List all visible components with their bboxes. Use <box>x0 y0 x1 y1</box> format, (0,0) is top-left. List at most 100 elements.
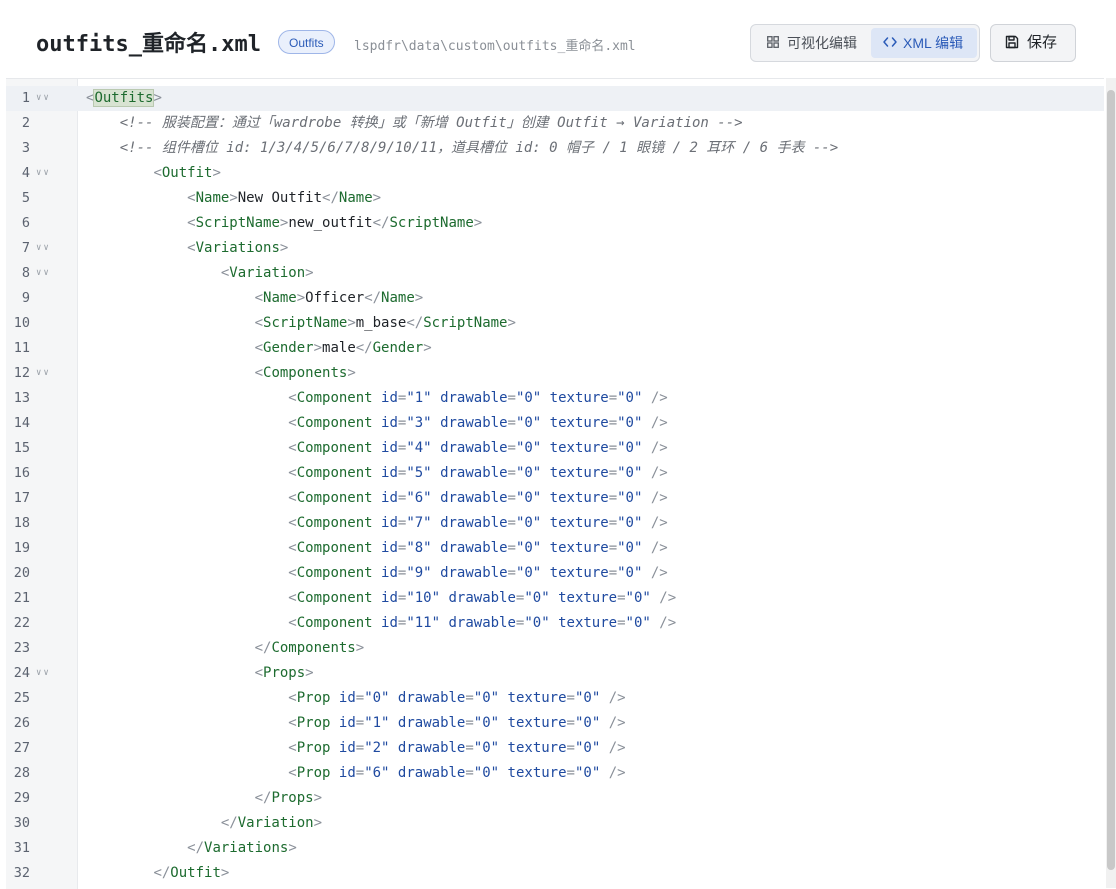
code-line[interactable]: 25 <Prop id="0" drawable="0" texture="0"… <box>6 686 1104 711</box>
line-number: 8 <box>21 265 30 281</box>
xml-code-editor[interactable]: 1 ∨∨ <Outfits> 2 <!-- 服装配置：通过「wardrobe 转换」或… <box>6 78 1104 889</box>
code-text: <Component id="10" drawable="0" texture=… <box>288 590 677 606</box>
line-number: 9 <box>21 290 30 306</box>
code-text: <Variation> <box>220 265 314 281</box>
code-lines: 1 ∨∨ <Outfits> 2 <!-- 服装配置：通过「wardrobe 转换」或… <box>6 86 1104 886</box>
save-label: 保存 <box>1027 34 1058 51</box>
line-number: 25 <box>13 690 30 706</box>
code-text: <!-- 服装配置：通过「wardrobe 转换」或「新增 Outfit」创建 … <box>119 115 743 131</box>
chevron-down-icon[interactable]: ∨∨ <box>36 661 51 686</box>
line-number: 18 <box>13 515 30 531</box>
code-line[interactable]: 16 <Component id="5" drawable="0" textur… <box>6 461 1104 486</box>
code-line[interactable]: 27 <Prop id="2" drawable="0" texture="0"… <box>6 736 1104 761</box>
code-text: <Name>Officer</Name> <box>254 290 424 306</box>
code-line[interactable]: 30 </Variation> <box>6 811 1104 836</box>
code-icon <box>883 29 897 59</box>
line-number: 4 <box>21 165 30 181</box>
code-line[interactable]: 5 <Name>New Outfit</Name> <box>6 186 1104 211</box>
code-text: <ScriptName>m_base</ScriptName> <box>254 315 516 331</box>
scrollbar-thumb[interactable] <box>1107 90 1115 870</box>
code-line[interactable]: 21 <Component id="10" drawable="0" textu… <box>6 586 1104 611</box>
line-number: 32 <box>13 865 30 881</box>
code-text: </Components> <box>254 640 365 656</box>
code-text: <Gender>male</Gender> <box>254 340 432 356</box>
line-number: 30 <box>13 815 30 831</box>
code-line[interactable]: 3 <!-- 组件槽位 id: 1/3/4/5/6/7/8/9/10/11，道具… <box>6 136 1104 161</box>
code-text: <Component id="3" drawable="0" texture="… <box>288 415 668 431</box>
code-line[interactable]: 9 <Name>Officer</Name> <box>6 286 1104 311</box>
visual-edit-button[interactable]: 可视化编辑 <box>755 28 867 58</box>
code-text: <Prop id="6" drawable="0" texture="0" /> <box>288 765 626 781</box>
code-line[interactable]: 24 ∨∨ <Props> <box>6 661 1104 686</box>
code-line[interactable]: 28 <Prop id="6" drawable="0" texture="0"… <box>6 761 1104 786</box>
code-text: </Variations> <box>187 840 297 856</box>
line-number: 3 <box>21 140 30 156</box>
line-number: 12 <box>13 365 30 381</box>
code-line[interactable]: 26 <Prop id="1" drawable="0" texture="0"… <box>6 711 1104 736</box>
code-text: <Component id="4" drawable="0" texture="… <box>288 440 668 456</box>
code-line[interactable]: 8 ∨∨ <Variation> <box>6 261 1104 286</box>
code-text: </Outfit> <box>153 865 230 881</box>
line-number: 19 <box>13 540 30 556</box>
code-line[interactable]: 23 </Components> <box>6 636 1104 661</box>
code-line[interactable]: 31 </Variations> <box>6 836 1104 861</box>
code-text: <ScriptName>new_outfit</ScriptName> <box>187 215 483 231</box>
line-number: 14 <box>13 415 30 431</box>
chevron-down-icon[interactable]: ∨∨ <box>36 86 51 111</box>
editor-header: outfits_重命名.xml Outfits lspdfr\data\cust… <box>0 0 1116 78</box>
code-line[interactable]: 10 <ScriptName>m_base</ScriptName> <box>6 311 1104 336</box>
code-line[interactable]: 15 <Component id="4" drawable="0" textur… <box>6 436 1104 461</box>
xml-edit-button[interactable]: XML 编辑 <box>871 28 977 58</box>
code-line[interactable]: 29 </Props> <box>6 786 1104 811</box>
code-text: <Component id="6" drawable="0" texture="… <box>288 490 668 506</box>
code-line[interactable]: 1 ∨∨ <Outfits> <box>6 86 1104 111</box>
code-line[interactable]: 6 <ScriptName>new_outfit</ScriptName> <box>6 211 1104 236</box>
grid-icon <box>767 29 781 59</box>
code-text: <Name>New Outfit</Name> <box>187 190 382 206</box>
line-number: 31 <box>13 840 30 856</box>
code-line[interactable]: 32 </Outfit> <box>6 861 1104 886</box>
file-title: outfits_重命名.xml <box>36 32 261 57</box>
chevron-down-icon[interactable]: ∨∨ <box>36 161 51 186</box>
root-element-badge: Outfits <box>278 30 335 54</box>
floppy-disk-icon <box>1005 27 1019 49</box>
code-text: <Component id="9" drawable="0" texture="… <box>288 565 668 581</box>
code-line[interactable]: 18 <Component id="7" drawable="0" textur… <box>6 511 1104 536</box>
code-text: <Components> <box>254 365 356 381</box>
code-text: <Prop id="2" drawable="0" texture="0" /> <box>288 740 626 756</box>
code-line[interactable]: 2 <!-- 服装配置：通过「wardrobe 转换」或「新增 Outfit」创… <box>6 111 1104 136</box>
code-text: <!-- 组件槽位 id: 1/3/4/5/6/7/8/9/10/11，道具槽位… <box>119 140 839 156</box>
code-line[interactable]: 13 <Component id="1" drawable="0" textur… <box>6 386 1104 411</box>
code-text: <Outfit> <box>153 165 221 181</box>
code-line[interactable]: 22 <Component id="11" drawable="0" textu… <box>6 611 1104 636</box>
code-line[interactable]: 20 <Component id="9" drawable="0" textur… <box>6 561 1104 586</box>
line-number: 27 <box>13 740 30 756</box>
line-number: 7 <box>21 240 30 256</box>
code-text: </Props> <box>254 790 323 806</box>
chevron-down-icon[interactable]: ∨∨ <box>36 261 51 286</box>
code-line[interactable]: 14 <Component id="3" drawable="0" textur… <box>6 411 1104 436</box>
line-number: 2 <box>21 115 30 131</box>
line-number: 13 <box>13 390 30 406</box>
line-number: 26 <box>13 715 30 731</box>
chevron-down-icon[interactable]: ∨∨ <box>36 236 51 261</box>
code-line[interactable]: 11 <Gender>male</Gender> <box>6 336 1104 361</box>
chevron-down-icon[interactable]: ∨∨ <box>36 361 51 386</box>
code-text: <Prop id="0" drawable="0" texture="0" /> <box>288 690 626 706</box>
code-text: <Variations> <box>187 240 289 256</box>
xml-edit-label: XML 编辑 <box>903 35 964 51</box>
line-number: 24 <box>13 665 30 681</box>
line-number: 17 <box>13 490 30 506</box>
code-line[interactable]: 7 ∨∨ <Variations> <box>6 236 1104 261</box>
mode-toggle: 可视化编辑 XML 编辑 <box>750 24 980 62</box>
line-number: 11 <box>13 340 30 356</box>
code-line[interactable]: 4 ∨∨ <Outfit> <box>6 161 1104 186</box>
code-line[interactable]: 17 <Component id="6" drawable="0" textur… <box>6 486 1104 511</box>
line-number: 15 <box>13 440 30 456</box>
visual-edit-label: 可视化编辑 <box>787 35 857 51</box>
line-number: 29 <box>13 790 30 806</box>
code-line[interactable]: 19 <Component id="8" drawable="0" textur… <box>6 536 1104 561</box>
save-button[interactable]: 保存 <box>990 24 1076 62</box>
code-line[interactable]: 12 ∨∨ <Components> <box>6 361 1104 386</box>
vertical-scrollbar[interactable] <box>1106 78 1116 888</box>
